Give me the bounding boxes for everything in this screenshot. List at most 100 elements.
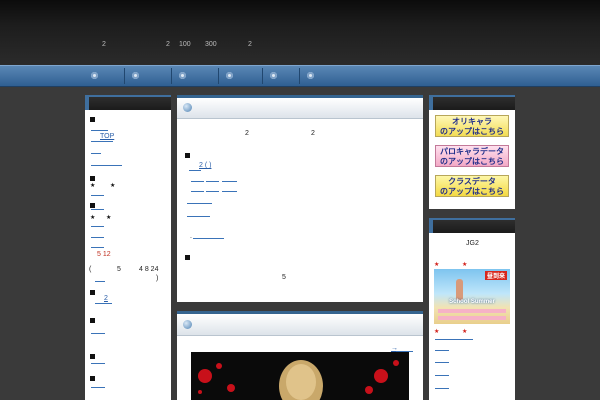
menu-link[interactable] — [91, 226, 104, 227]
original-character-banner[interactable]: オリキャラ のアップはこちら — [435, 115, 509, 137]
nav-item-2[interactable] — [132, 72, 139, 79]
dot: . — [190, 233, 192, 240]
menu-link[interactable] — [91, 130, 108, 131]
banner-line: クラスデータ — [448, 177, 496, 186]
paren-date: 4 8 24 — [139, 266, 159, 273]
menu-link[interactable] — [91, 387, 105, 388]
body-number: 5 — [282, 274, 286, 281]
entry-link[interactable] — [206, 181, 219, 182]
promo-tag: 昼到来 — [484, 271, 507, 280]
star-icon: ★ — [90, 215, 96, 221]
right-sidebar-promo: JG2 ★ ★ 昼到来 School Summer ★ ★ — [429, 218, 515, 400]
banner-line: オリキャラ — [452, 117, 492, 126]
desc-token: 2 — [248, 41, 252, 48]
bullet-icon — [90, 318, 95, 323]
menu-link[interactable] — [91, 333, 105, 334]
bullet-icon — [90, 203, 95, 208]
desc-token: 100 — [179, 41, 191, 48]
main-entry: → — [177, 311, 423, 400]
bullet-icon — [185, 153, 190, 158]
right-sidebar-header — [429, 218, 515, 233]
star-icon: ★ — [462, 262, 468, 268]
star-icon: ★ — [90, 183, 96, 189]
main-entry: 2 2 2 ( ) . 5 — [177, 95, 423, 302]
entry-link[interactable] — [222, 191, 237, 192]
menu-link[interactable] — [91, 165, 122, 166]
entry-title-bar — [177, 95, 423, 119]
link-2[interactable]: 2 — [104, 295, 108, 302]
bullet-icon — [185, 255, 190, 260]
banner-line: パロキャラデータ — [440, 147, 504, 156]
right-sidebar-header — [429, 95, 515, 110]
paren-close: ) — [156, 275, 159, 282]
menu-link[interactable] — [91, 153, 101, 154]
nav-separator — [299, 68, 300, 84]
star-icon: ★ — [434, 329, 440, 335]
sidebar-link[interactable] — [435, 339, 473, 340]
entry-link[interactable] — [222, 181, 237, 182]
left-sidebar: TOP ★ ★ ★ ★ 5 12 ( 5 4 8 24 ) 2 — [85, 95, 171, 400]
menu-link[interactable] — [91, 195, 104, 196]
right-sidebar-banners: オリキャラ のアップはこちら パロキャラデータ のアップはこちら クラスデータ … — [429, 95, 515, 209]
menu-link[interactable] — [95, 281, 105, 282]
menu-link[interactable] — [91, 237, 104, 238]
nav-separator — [218, 68, 219, 84]
entry-link[interactable] — [187, 216, 210, 217]
intro-text: 2 — [311, 130, 315, 137]
sidebar-link[interactable] — [435, 350, 449, 351]
nav-item-5[interactable] — [270, 72, 277, 79]
promo-stripe — [438, 316, 506, 320]
paren-num: 5 — [117, 266, 121, 273]
desc-token: 2 — [166, 41, 170, 48]
intro-text: 2 — [245, 130, 249, 137]
parody-character-banner[interactable]: パロキャラデータ のアップはこちら — [435, 145, 509, 167]
nav-item-3[interactable] — [179, 72, 186, 79]
banner-line: のアップはこちら — [440, 157, 504, 166]
promo-title: School Summer — [449, 299, 495, 305]
star-icon: ★ — [462, 329, 468, 335]
post-count: 5 12 — [97, 251, 111, 258]
menu-link[interactable] — [91, 363, 105, 364]
nav-separator — [124, 68, 125, 84]
entry-image — [191, 352, 409, 400]
nav-item-4[interactable] — [226, 72, 233, 79]
entry-link[interactable] — [193, 238, 224, 239]
banner-line: のアップはこちら — [440, 127, 504, 136]
entry-link[interactable] — [189, 170, 201, 171]
site-header: 2 2 100 300 2 — [0, 0, 600, 65]
entry-title-bar — [177, 311, 423, 336]
entry-link[interactable] — [191, 191, 204, 192]
nav-item-1[interactable] — [91, 72, 98, 79]
menu-link[interactable] — [91, 247, 104, 248]
star-icon: ★ — [434, 262, 440, 268]
sidebar-link[interactable] — [435, 362, 449, 363]
nav-item-6[interactable] — [307, 72, 314, 79]
site-description: 2 2 100 300 2 — [0, 41, 600, 51]
entry-item-link[interactable]: 2 ( ) — [199, 162, 211, 169]
bullet-icon — [90, 290, 95, 295]
sidebar-link[interactable] — [435, 375, 449, 376]
entry-link[interactable] — [187, 203, 212, 204]
sidebar-link[interactable] — [435, 388, 449, 389]
entry-bullet-icon — [183, 320, 192, 329]
desc-token: 300 — [205, 41, 217, 48]
banner-line: のアップはこちら — [440, 187, 504, 196]
entry-link[interactable] — [191, 181, 204, 182]
global-nav — [0, 65, 600, 87]
nav-separator — [171, 68, 172, 84]
promo-stripe — [438, 309, 506, 313]
bullet-icon — [90, 117, 95, 122]
promo-image[interactable]: 昼到来 School Summer — [434, 269, 510, 324]
menu-link[interactable] — [91, 141, 113, 142]
bullet-icon — [90, 354, 95, 359]
star-icon: ★ — [106, 215, 112, 221]
star-icon: ★ — [110, 183, 116, 189]
top-link[interactable]: TOP — [100, 133, 114, 140]
menu-link[interactable] — [91, 209, 104, 210]
bullet-icon — [90, 376, 95, 381]
entry-link[interactable] — [206, 191, 219, 192]
jg-label: JG2 — [466, 240, 479, 247]
class-data-banner[interactable]: クラスデータ のアップはこちら — [435, 175, 509, 197]
entry-bullet-icon — [183, 103, 192, 112]
menu-link[interactable] — [95, 303, 112, 304]
